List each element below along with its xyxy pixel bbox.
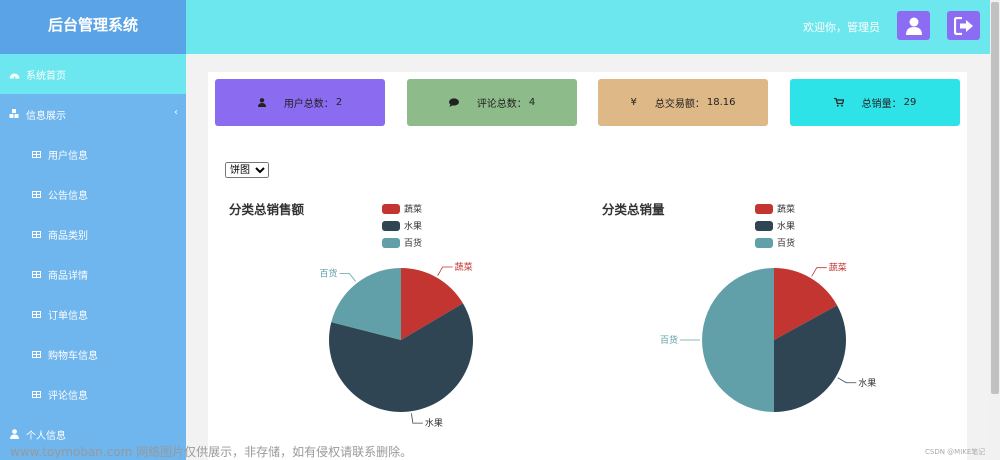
chart-title: 分类总销量 <box>602 202 665 217</box>
pie-label-line <box>437 266 453 276</box>
pie-label-line <box>811 267 827 277</box>
stat-label: 总交易额： <box>654 99 705 110</box>
sidebar-item-label: 商品类别 <box>48 230 88 242</box>
sidebar-item-label: 信息展示 <box>26 110 66 122</box>
sidebar-item-notice-info[interactable]: 公告信息 <box>0 174 186 214</box>
legend-label: 百货 <box>404 239 423 249</box>
table-icon <box>30 390 42 398</box>
pie-label-line <box>837 377 857 384</box>
main-content: 用户总数： 2 评论总数： 4 ¥ 总交易额： 18.16 总销量： 29 饼图… <box>208 72 967 460</box>
pie-label: 水果 <box>858 377 876 389</box>
stat-card-sales: 总销量： 29 <box>790 79 960 126</box>
profile-button[interactable] <box>897 11 930 40</box>
sidebar-item-label: 订单信息 <box>48 310 88 322</box>
table-icon <box>30 310 42 318</box>
pie-label-line <box>411 413 423 424</box>
dashboard-icon <box>8 70 20 79</box>
table-icon <box>30 270 42 278</box>
legend-swatch <box>382 237 400 248</box>
stat-card-comments: 评论总数： 4 <box>407 79 577 126</box>
cart-icon <box>833 98 844 107</box>
stat-value: 4 <box>528 97 536 108</box>
sidebar-item-cart-info[interactable]: 购物车信息 <box>0 334 186 374</box>
stat-label: 总销量： <box>861 99 902 110</box>
pie-chart-sales-amount: 蔬菜水果 百货 <box>320 261 473 429</box>
sidebar-item-home[interactable]: 系统首页 <box>0 54 186 94</box>
csdn-credit: CSDN @MIKE笔记 <box>925 448 986 456</box>
watermark-text: www.toymoban.com 网络图片仅供展示，非存储，如有侵权请联系删除。 <box>10 445 413 459</box>
pie-label: 蔬菜 <box>829 262 847 274</box>
stat-card-users: 用户总数： 2 <box>215 79 385 126</box>
scrollbar-thumb[interactable] <box>991 2 999 394</box>
legend-swatch <box>755 203 773 214</box>
stat-value: 2 <box>335 97 343 108</box>
yen-icon: ¥ <box>630 97 637 108</box>
sidebar-item-info-display[interactable]: 信息展示 ‹ <box>0 94 186 134</box>
stat-value: 29 <box>903 97 917 108</box>
chevron-left-icon[interactable]: ‹ <box>174 107 178 118</box>
legend-label: 水果 <box>404 222 423 232</box>
sidebar-item-label: 用户信息 <box>48 150 88 162</box>
user-icon <box>8 429 20 439</box>
stat-label: 用户总数： <box>283 99 334 110</box>
table-icon <box>30 350 42 358</box>
legend-label: 蔬菜 <box>404 205 423 215</box>
sidebar-item-label: 商品详情 <box>48 270 88 282</box>
app-title: 后台管理系统 <box>0 0 186 54</box>
pie-label: 百货 <box>660 334 678 346</box>
pie-chart-sales-volume: 蔬菜水果 百货 <box>660 262 876 412</box>
welcome-text: 欢迎你，管理员 <box>803 21 880 34</box>
stat-label: 评论总数： <box>476 99 527 110</box>
table-icon <box>30 230 42 238</box>
chart-title: 分类总销售额 <box>229 202 305 217</box>
sidebar-item-label: 公告信息 <box>48 190 88 202</box>
pie-label-line <box>339 273 356 282</box>
legend-swatch <box>755 237 773 248</box>
sidebar-item-label: 系统首页 <box>26 70 66 82</box>
comment-icon <box>448 98 459 107</box>
sidebar-item-order-info[interactable]: 订单信息 <box>0 294 186 334</box>
chart-legend: 蔬菜 水果 百货 <box>755 200 795 251</box>
legend-swatch <box>755 220 773 231</box>
legend-item[interactable]: 百货 <box>382 234 422 251</box>
legend-item[interactable]: 百货 <box>755 234 795 251</box>
chart-legend: 蔬菜 水果 百货 <box>382 200 422 251</box>
scrollbar[interactable] <box>990 0 1000 460</box>
sidebar-item-label: 个人信息 <box>26 430 66 442</box>
logout-button[interactable] <box>947 11 980 40</box>
legend-swatch <box>382 220 400 231</box>
user-icon <box>257 98 266 107</box>
user-icon <box>905 17 922 35</box>
top-header: 欢迎你，管理员 <box>186 0 990 54</box>
sidebar-item-user-info[interactable]: 用户信息 <box>0 134 186 174</box>
pie-label: 蔬菜 <box>455 261 473 273</box>
sidebar: 后台管理系统 系统首页 信息展示 ‹ 用户信息 公告信息 商品类别 商品详情 订… <box>0 0 186 460</box>
pie-label: 百货 <box>320 268 338 280</box>
legend-swatch <box>382 203 400 214</box>
legend-item[interactable]: 水果 <box>382 217 422 234</box>
table-icon <box>30 190 42 198</box>
sidebar-item-label: 购物车信息 <box>48 350 98 362</box>
sidebar-item-product-category[interactable]: 商品类别 <box>0 214 186 254</box>
table-icon <box>30 150 42 158</box>
legend-label: 蔬菜 <box>777 205 796 215</box>
legend-label: 百货 <box>777 239 796 249</box>
pie-slice[interactable] <box>702 268 774 412</box>
pie-label: 水果 <box>425 417 443 429</box>
legend-item[interactable]: 水果 <box>755 217 795 234</box>
sidebar-item-label: 评论信息 <box>48 390 88 402</box>
legend-item[interactable]: 蔬菜 <box>382 200 422 217</box>
sidebar-item-comment-info[interactable]: 评论信息 <box>0 374 186 414</box>
legend-label: 水果 <box>777 222 796 232</box>
cubes-icon <box>8 109 20 119</box>
stat-value: 18.16 <box>706 97 736 108</box>
chart-type-select[interactable]: 饼图 <box>225 162 269 178</box>
legend-item[interactable]: 蔬菜 <box>755 200 795 217</box>
sidebar-item-product-detail[interactable]: 商品详情 <box>0 254 186 294</box>
sign-out-icon <box>953 16 973 35</box>
stat-card-revenue: ¥ 总交易额： 18.16 <box>598 79 768 126</box>
